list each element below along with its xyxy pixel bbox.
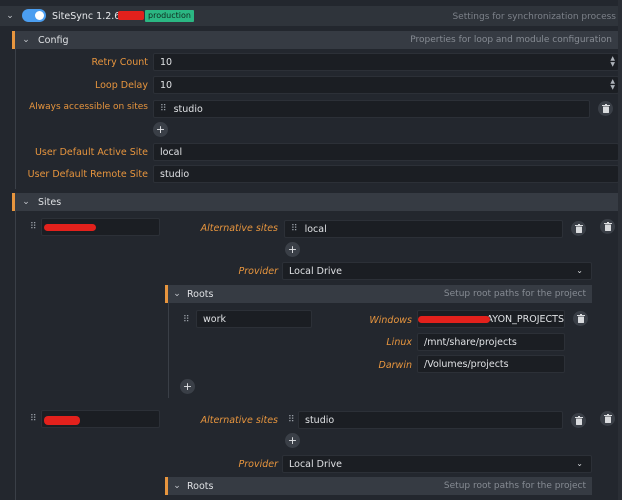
- section-description: Setup root paths for the project: [443, 481, 586, 491]
- user-default-active-input[interactable]: local: [153, 143, 619, 161]
- delete-site-icon[interactable]: [600, 411, 615, 426]
- user-default-remote-value: studio: [160, 168, 190, 180]
- always-accessible-value: studio: [173, 103, 203, 115]
- root-name-value: work: [203, 313, 226, 325]
- alt-sites-label: Alternative sites: [200, 223, 278, 234]
- config-header[interactable]: ⌄ Config Properties for loop and module …: [12, 31, 618, 49]
- scrollbar[interactable]: [618, 0, 622, 500]
- darwin-path-value: /Volumes/projects: [424, 358, 509, 370]
- section-title: Sites: [38, 196, 62, 208]
- always-accessible-label: Always accessible on sites: [29, 102, 148, 112]
- chevron-down-icon: ⌄: [576, 459, 583, 468]
- provider-label: Provider: [238, 266, 279, 277]
- spinner-icon[interactable]: ▲ ▼: [610, 56, 615, 68]
- darwin-label: Darwin: [378, 360, 412, 371]
- redacted-text: [418, 316, 490, 323]
- drag-handle-icon[interactable]: ⠿: [291, 224, 298, 234]
- chevron-down-icon[interactable]: ⌄: [169, 289, 185, 299]
- windows-path-value: AYON_PROJECTS: [486, 313, 564, 325]
- drag-handle-icon[interactable]: ⠿: [30, 222, 37, 232]
- delete-icon[interactable]: [573, 311, 588, 326]
- delete-site-icon[interactable]: [600, 219, 615, 234]
- section-guide: [15, 49, 16, 189]
- section-title: Roots: [187, 288, 214, 300]
- delete-icon[interactable]: [571, 413, 586, 428]
- always-accessible-input[interactable]: ⠿ studio: [153, 100, 590, 118]
- delete-icon[interactable]: [598, 101, 613, 116]
- roots-header[interactable]: ⌄ Roots Setup root paths for the project: [165, 285, 592, 303]
- retry-count-value: 10: [160, 56, 173, 68]
- user-default-active-label: User Default Active Site: [34, 147, 148, 158]
- section-accent: [165, 477, 168, 495]
- linux-label: Linux: [386, 337, 412, 348]
- alt-site-input[interactable]: ⠿ local: [284, 220, 563, 238]
- chevron-down-icon[interactable]: ⌄: [2, 11, 18, 21]
- enable-toggle[interactable]: [22, 9, 46, 22]
- module-description: Settings for synchronization process: [452, 12, 616, 22]
- root-name-input[interactable]: work: [196, 310, 312, 328]
- drag-handle-icon[interactable]: ⠿: [30, 414, 37, 424]
- alt-sites-label: Alternative sites: [200, 415, 278, 426]
- loop-delay-input[interactable]: 10 ▲ ▼: [153, 76, 619, 94]
- provider-label: Provider: [238, 459, 279, 470]
- redacted-text: [44, 416, 80, 425]
- roots-header[interactable]: ⌄ Roots Setup root paths for the project: [165, 477, 592, 495]
- loop-delay-value: 10: [160, 79, 173, 91]
- user-default-active-value: local: [160, 146, 183, 158]
- section-accent: [12, 193, 15, 211]
- retry-count-input[interactable]: 10 ▲ ▼: [153, 53, 619, 71]
- alt-site-value: local: [304, 223, 327, 235]
- drag-handle-icon[interactable]: ⠿: [160, 104, 167, 114]
- provider-value: Local Drive: [289, 265, 342, 277]
- provider-select[interactable]: Local Drive ⌄: [282, 455, 592, 473]
- drag-handle-icon[interactable]: ⠿: [183, 315, 190, 325]
- retry-count-label: Retry Count: [91, 57, 148, 68]
- add-alt-site-button[interactable]: +: [285, 242, 300, 257]
- sites-header[interactable]: ⌄ Sites: [12, 193, 618, 211]
- module-title: SiteSync 1.2.6: [52, 11, 121, 22]
- provider-select[interactable]: Local Drive ⌄: [282, 262, 592, 280]
- add-site-button[interactable]: +: [153, 122, 168, 137]
- drag-handle-icon[interactable]: ⠿: [288, 415, 295, 425]
- section-guide: [168, 303, 169, 398]
- alt-site-input[interactable]: studio: [298, 411, 563, 429]
- section-title: Roots: [187, 480, 214, 492]
- spinner-icon[interactable]: ▲ ▼: [610, 79, 615, 91]
- chevron-down-icon[interactable]: ⌄: [169, 481, 185, 491]
- add-alt-site-button[interactable]: +: [285, 433, 300, 448]
- provider-value: Local Drive: [289, 458, 342, 470]
- redacted-text: [44, 224, 96, 231]
- delete-icon[interactable]: [571, 221, 586, 236]
- user-default-remote-label: User Default Remote Site: [27, 169, 148, 180]
- darwin-path-input[interactable]: /Volumes/projects: [417, 355, 565, 373]
- user-default-remote-input[interactable]: studio: [153, 165, 619, 183]
- loop-delay-label: Loop Delay: [94, 80, 148, 91]
- section-accent: [165, 285, 168, 303]
- redacted-text: [118, 11, 144, 20]
- status-badge: production: [145, 10, 194, 22]
- section-title: Config: [38, 34, 69, 46]
- add-root-button[interactable]: +: [180, 379, 195, 394]
- chevron-down-icon: ⌄: [576, 266, 583, 275]
- chevron-down-icon[interactable]: ⌄: [18, 197, 34, 207]
- section-description: Setup root paths for the project: [443, 289, 586, 299]
- section-description: Properties for loop and module configura…: [410, 35, 612, 45]
- windows-label: Windows: [369, 315, 412, 326]
- section-guide: [15, 211, 16, 500]
- chevron-down-icon[interactable]: ⌄: [18, 35, 34, 45]
- section-accent: [12, 31, 15, 49]
- alt-site-value: studio: [305, 414, 335, 426]
- linux-path-input[interactable]: /mnt/share/projects: [417, 333, 565, 351]
- linux-path-value: /mnt/share/projects: [424, 336, 517, 348]
